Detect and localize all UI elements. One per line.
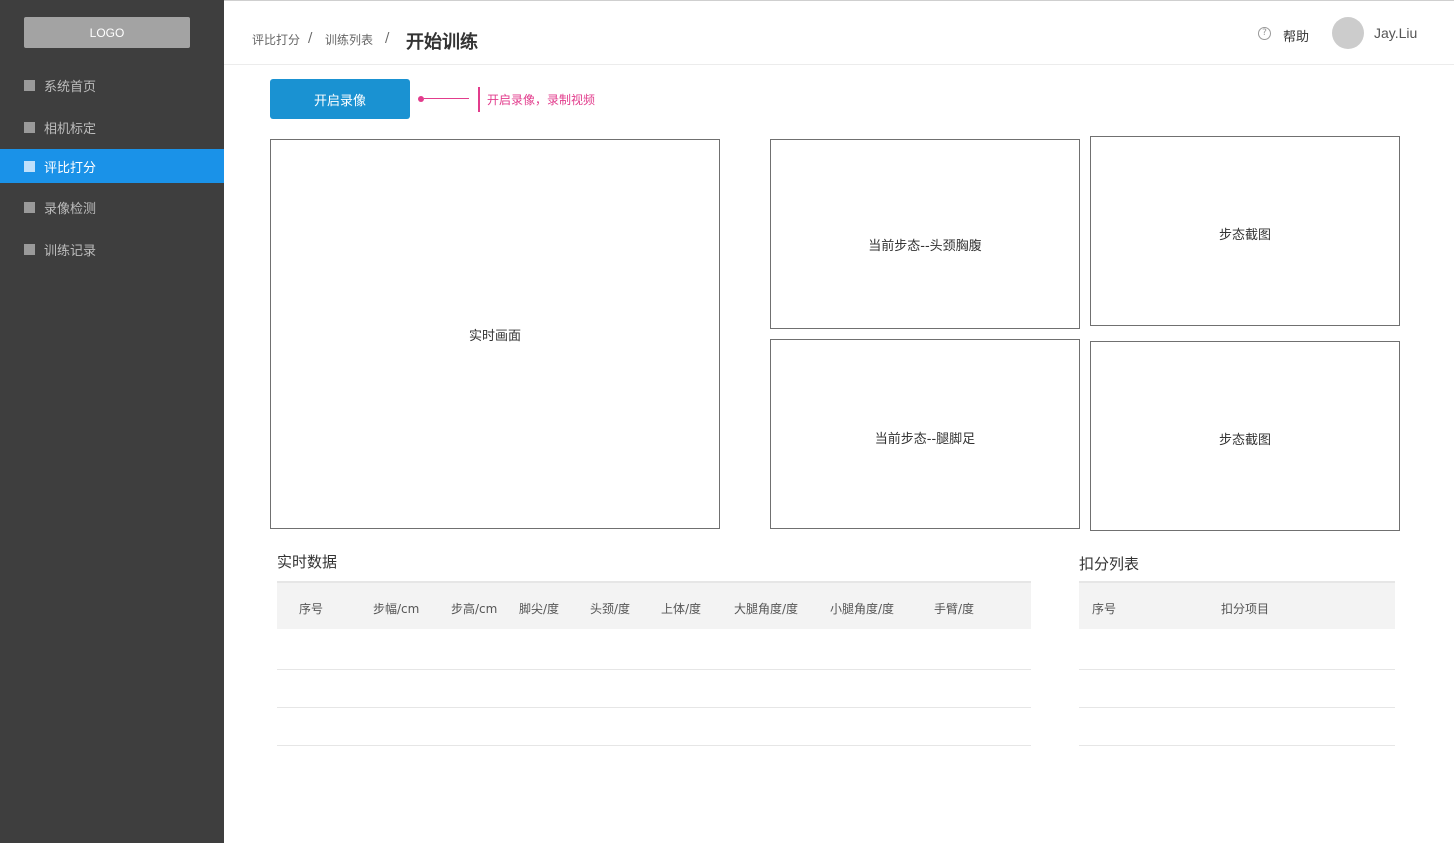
gait-head-panel: 当前步态--头颈胸腹	[770, 139, 1080, 329]
sidebar-item-video-detection[interactable]: 录像检测	[0, 190, 224, 224]
column-header: 脚尖/度	[519, 602, 560, 616]
breadcrumb-separator: /	[308, 31, 313, 46]
sidebar-item-scoring[interactable]: 评比打分	[0, 149, 224, 183]
column-header: 大腿角度/度	[734, 602, 799, 616]
column-header: 序号	[1092, 602, 1117, 616]
gait-snapshot-top-panel: 步态截图	[1090, 136, 1400, 326]
page-title: 开始训练	[406, 32, 478, 53]
annotation-line	[424, 98, 469, 99]
sidebar-item-label: 系统首页	[44, 79, 97, 95]
avatar[interactable]	[1332, 17, 1364, 49]
square-icon	[24, 121, 35, 133]
column-header: 上体/度	[661, 602, 702, 616]
square-icon	[24, 201, 35, 213]
column-header: 手臂/度	[934, 602, 975, 616]
gait-snapshot-bottom-panel: 步态截图	[1090, 341, 1400, 531]
breadcrumb-scoring[interactable]: 评比打分	[252, 31, 300, 48]
column-header: 步高/cm	[451, 602, 498, 616]
help-link[interactable]: 帮助	[1283, 26, 1309, 45]
column-header: 扣分项目	[1221, 602, 1270, 616]
sidebar-item-camera-calibration[interactable]: 相机标定	[0, 110, 224, 144]
panel-label: 实时画面	[468, 328, 521, 344]
breadcrumb-training-list[interactable]: 训练列表	[325, 31, 373, 48]
live-view-panel: 实时画面	[270, 139, 720, 529]
column-header: 步幅/cm	[373, 602, 420, 616]
sidebar: LOGO 系统首页 相机标定 评比打分 录像检测 训练记录	[0, 0, 224, 843]
column-header: 小腿角度/度	[830, 602, 895, 616]
start-recording-button[interactable]: 开启录像	[270, 79, 410, 119]
column-header: 序号	[299, 602, 324, 616]
gait-leg-panel: 当前步态--腿脚足	[770, 339, 1080, 529]
table-row	[277, 707, 1031, 708]
sidebar-item-training-records[interactable]: 训练记录	[0, 232, 224, 266]
column-header: 头颈/度	[590, 602, 631, 616]
table-row	[1079, 707, 1395, 708]
realtime-data-title: 实时数据	[277, 553, 338, 571]
panel-label: 步态截图	[1218, 227, 1271, 243]
table-row	[1079, 669, 1395, 670]
panel-label: 步态截图	[1218, 433, 1271, 448]
square-icon	[24, 160, 35, 172]
table-row	[277, 669, 1031, 670]
square-icon	[24, 243, 35, 255]
sidebar-item-home[interactable]: 系统首页	[0, 68, 224, 102]
sidebar-item-label: 相机标定	[44, 121, 97, 137]
logo: LOGO	[24, 17, 190, 48]
panel-label: 当前步态--头颈胸腹	[868, 238, 982, 254]
square-icon	[24, 79, 35, 91]
username[interactable]: Jay.Liu	[1374, 25, 1417, 41]
annotation-note: 开启录像，录制视频	[487, 93, 596, 107]
table-row	[277, 745, 1031, 746]
panel-label: 当前步态--腿脚足	[874, 432, 976, 447]
header: 评比打分 / 训练列表 / 开始训练 ? 帮助 Jay.Liu	[224, 1, 1454, 65]
help-icon[interactable]: ?	[1258, 27, 1271, 40]
annotation-bar	[478, 87, 480, 112]
sidebar-item-label: 训练记录	[44, 243, 97, 259]
sidebar-item-label: 评比打分	[44, 160, 97, 176]
table-row	[1079, 745, 1395, 746]
realtime-table-header: 序号 步幅/cm 步高/cm 脚尖/度 头颈/度 上体/度 大腿角度/度 小腿角…	[277, 581, 1031, 629]
breadcrumb-separator: /	[385, 31, 390, 46]
annotation-dot	[418, 96, 424, 102]
deduction-table-header: 序号 扣分项目	[1079, 581, 1395, 629]
sidebar-item-label: 录像检测	[44, 201, 97, 217]
deduction-list-title: 扣分列表	[1079, 555, 1140, 573]
